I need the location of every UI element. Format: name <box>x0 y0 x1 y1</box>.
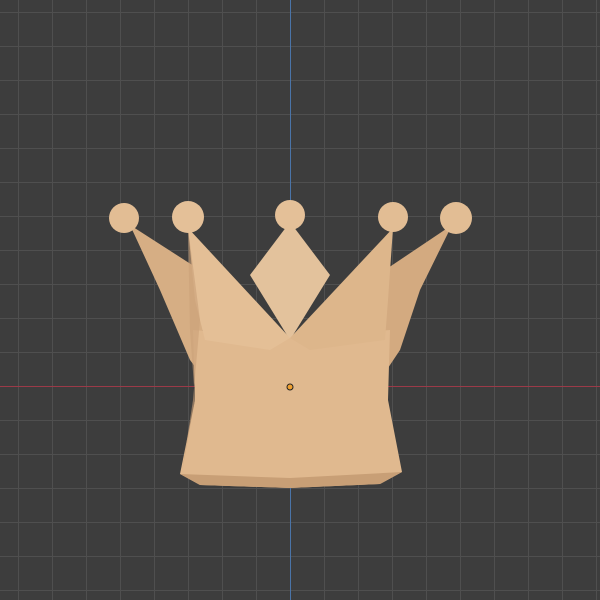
crown-ball <box>172 201 204 233</box>
crown-ball <box>109 203 139 233</box>
crown-ball <box>440 202 472 234</box>
crown-mesh[interactable] <box>0 0 600 600</box>
object-origin-dot[interactable] <box>286 383 294 391</box>
crown-body <box>180 330 402 488</box>
3d-viewport[interactable] <box>0 0 600 600</box>
crown-ball <box>275 200 305 230</box>
crown-ball <box>378 202 408 232</box>
